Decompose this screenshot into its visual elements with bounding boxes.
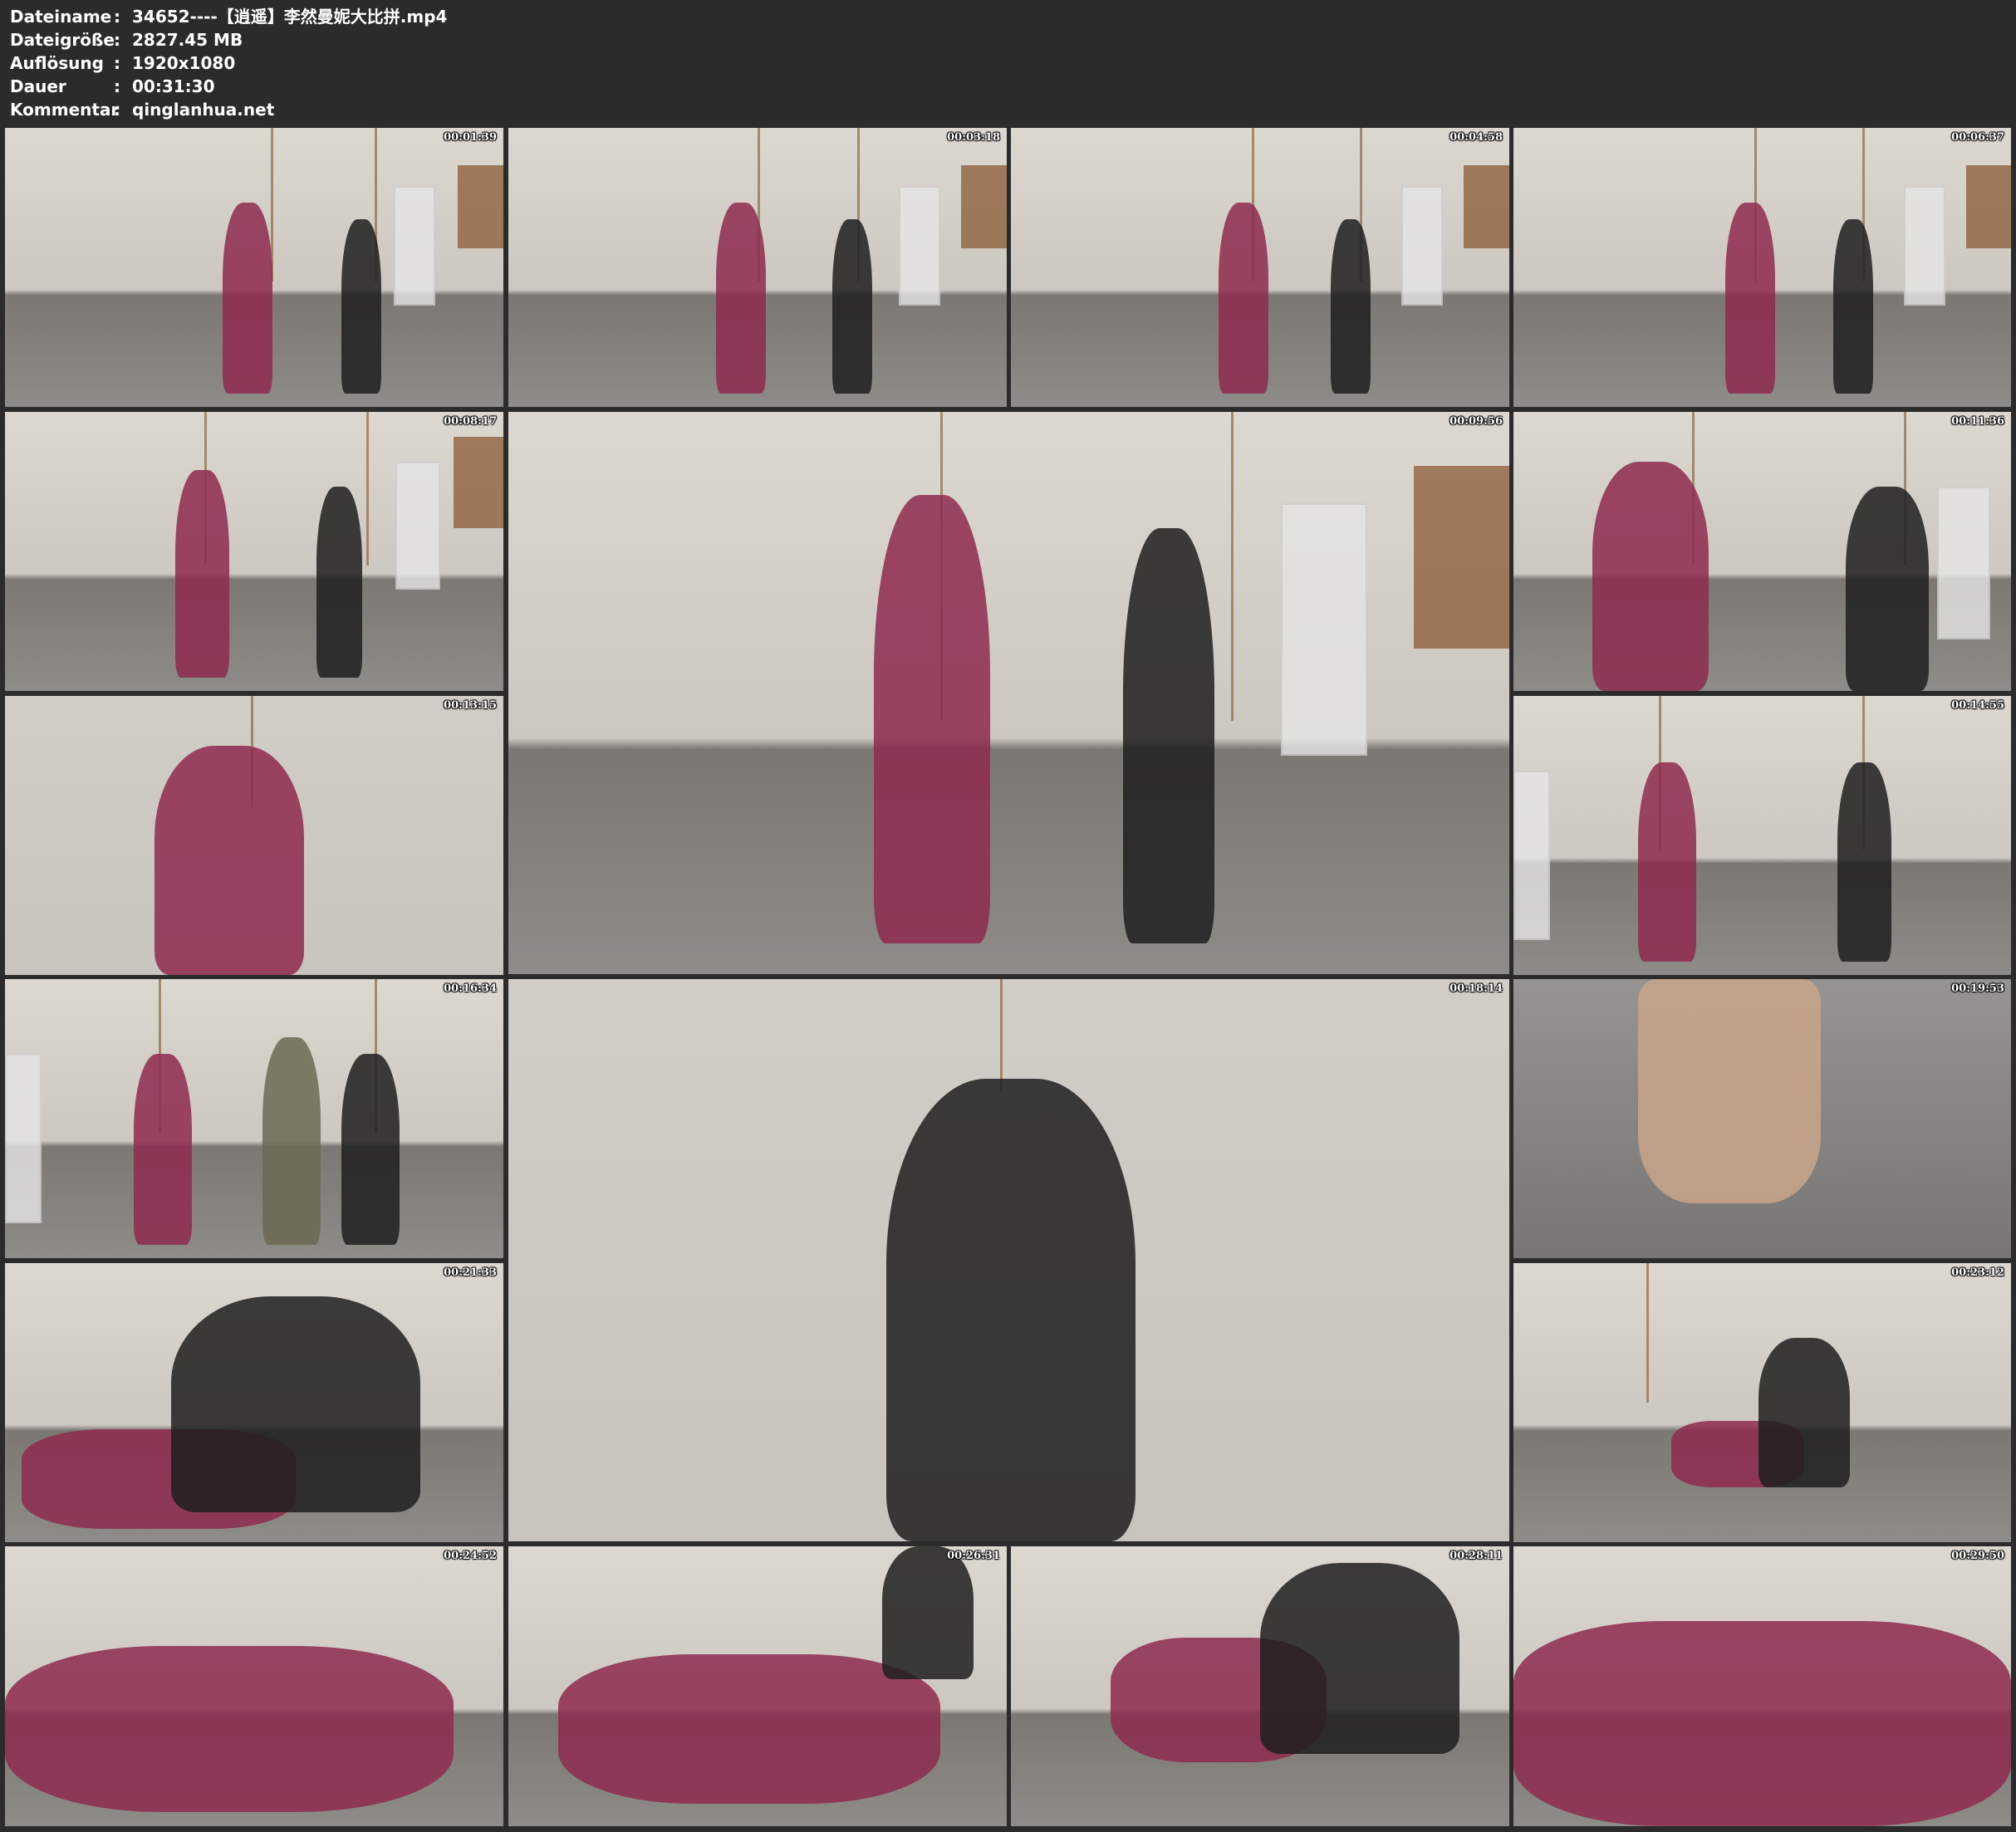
comment-value: qinglanhua.net — [132, 100, 275, 120]
thumbnail-timestamp: 00:14:55 — [1951, 699, 2004, 712]
video-thumbnail[interactable]: 00:18:14 — [508, 979, 1509, 1541]
video-thumbnail[interactable]: 00:08:17 — [5, 412, 503, 691]
duration-value: 00:31:30 — [132, 76, 215, 96]
video-thumbnail[interactable]: 00:24:52 — [5, 1546, 503, 1826]
file-info-header: Dateiname : 34652----【逍遥】李然曼妮大比拼.mp4 Dat… — [10, 5, 447, 121]
file-name-label: Dateiname — [10, 7, 112, 27]
video-thumbnail[interactable]: 00:13:15 — [5, 696, 503, 975]
video-thumbnail[interactable]: 00:06:37 — [1513, 128, 2011, 407]
thumbnail-timestamp: 00:16:34 — [444, 982, 497, 995]
thumbnail-timestamp: 00:04:58 — [1449, 131, 1503, 144]
video-thumbnail[interactable]: 00:16:34 — [5, 979, 503, 1258]
separator: : — [114, 53, 120, 73]
comment-row: Kommentar : qinglanhua.net — [10, 98, 447, 121]
duration-label: Dauer — [10, 76, 66, 96]
thumbnail-timestamp: 00:28:11 — [1449, 1550, 1503, 1562]
file-name-row: Dateiname : 34652----【逍遥】李然曼妮大比拼.mp4 — [10, 5, 447, 28]
thumbnail-timestamp: 00:09:56 — [1449, 415, 1503, 428]
file-size-value: 2827.45 MB — [132, 30, 243, 50]
thumbnail-timestamp: 00:21:33 — [444, 1266, 497, 1279]
thumbnail-timestamp: 00:18:14 — [1449, 982, 1503, 995]
video-thumbnail[interactable]: 00:23:12 — [1513, 1263, 2011, 1542]
resolution-row: Auflösung : 1920x1080 — [10, 51, 447, 75]
thumbnail-timestamp: 00:03:18 — [947, 131, 1000, 144]
comment-label: Kommentar — [10, 100, 120, 120]
video-thumbnail[interactable]: 00:04:58 — [1011, 128, 1509, 407]
separator: : — [114, 100, 120, 120]
thumbnail-timestamp: 00:23:12 — [1951, 1266, 2004, 1279]
thumbnail-timestamp: 00:26:31 — [947, 1550, 1000, 1562]
resolution-value: 1920x1080 — [132, 53, 236, 73]
thumbnail-timestamp: 00:01:39 — [444, 131, 497, 144]
thumbnail-timestamp: 00:29:50 — [1951, 1550, 2004, 1562]
file-size-row: Dateigröße : 2827.45 MB — [10, 28, 447, 51]
video-thumbnail[interactable]: 00:03:18 — [508, 128, 1007, 407]
thumbnail-timestamp: 00:08:17 — [444, 415, 497, 428]
thumbnail-timestamp: 00:06:37 — [1951, 131, 2004, 144]
video-thumbnail[interactable]: 00:28:11 — [1011, 1546, 1509, 1826]
thumbnail-timestamp: 00:13:15 — [444, 699, 497, 712]
separator: : — [114, 30, 120, 50]
separator: : — [114, 7, 120, 27]
duration-row: Dauer : 00:31:30 — [10, 75, 447, 98]
resolution-label: Auflösung — [10, 53, 104, 73]
video-thumbnail[interactable]: 00:26:31 — [508, 1546, 1007, 1826]
video-thumbnail[interactable]: 00:11:36 — [1513, 412, 2011, 691]
thumbnail-timestamp: 00:19:53 — [1951, 982, 2004, 995]
video-thumbnail[interactable]: 00:01:39 — [5, 128, 503, 407]
file-name-value: 34652----【逍遥】李然曼妮大比拼.mp4 — [132, 7, 448, 27]
video-thumbnail[interactable]: 00:29:50 — [1513, 1546, 2011, 1826]
file-size-label: Dateigröße — [10, 30, 115, 50]
video-thumbnail[interactable]: 00:21:33 — [5, 1263, 503, 1542]
video-thumbnail[interactable]: 00:19:53 — [1513, 979, 2011, 1258]
video-thumbnail[interactable]: 00:14:55 — [1513, 696, 2011, 975]
thumbnail-timestamp: 00:24:52 — [444, 1550, 497, 1562]
separator: : — [114, 76, 120, 96]
video-thumbnail[interactable]: 00:09:56 — [508, 412, 1509, 974]
thumbnail-timestamp: 00:11:36 — [1951, 415, 2004, 428]
